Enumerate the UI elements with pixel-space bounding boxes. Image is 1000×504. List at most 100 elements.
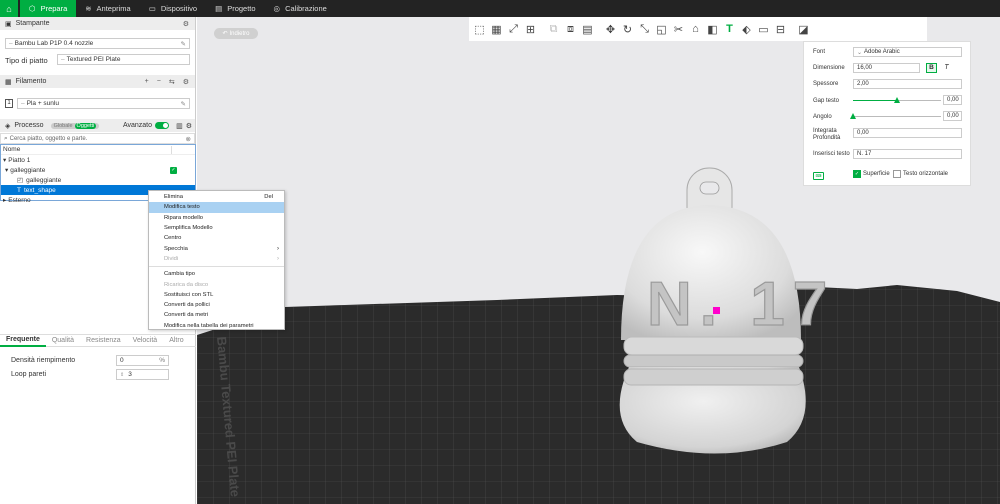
tab-dispositivo[interactable]: ▭ Dispositivo [140,0,206,17]
mode-global-toggle[interactable]: Globale [54,123,73,129]
angle-slider[interactable] [850,113,941,119]
menu-item-center[interactable]: Centro [149,233,284,243]
menu-item-edit-text[interactable]: Modifica testo [149,202,284,213]
gap-slider-handle[interactable] [894,97,900,103]
menu-item-split[interactable]: Dividi › [149,254,284,264]
seam-paint-icon[interactable]: ◧ [704,21,721,38]
collapse-arrow-icon[interactable]: ▾ [5,166,8,174]
filament-select[interactable]: – Pla + sunlu ✎ [17,98,190,109]
checkbox-checked-icon[interactable]: ✓ [853,170,861,178]
scale-icon[interactable]: ⤡ [636,21,653,38]
gap-slider[interactable] [853,97,941,103]
settings-gear-icon[interactable]: ⚙ [183,20,189,28]
menu-item-repair[interactable]: Ripara modello [149,213,284,223]
advanced-toggle[interactable] [155,122,169,129]
edit-icon[interactable]: ✎ [181,100,186,108]
menu-item-reload[interactable]: Ricarica da disco [149,279,284,289]
process-section-header: ◈ Processo Globale Oggetti Avanzato ▥ ⚙ [0,119,195,132]
search-input[interactable]: ⌕ Cerca piatto, oggetto e parte. ⊗ [0,133,195,144]
menu-item-replace-stl[interactable]: Sostituisci con STL [149,290,284,300]
embossed-text[interactable]: N. 17 [646,269,835,339]
keyboard-icon[interactable]: ⌨ [813,172,824,180]
3d-viewport[interactable]: N. 17 Bambu Textured PEI Plate ↶ Indietro… [197,17,1000,504]
layers-icon: ≋ [85,4,92,13]
wall-loops-input[interactable]: ⇕ 3 [116,369,169,380]
visible-checkbox[interactable]: ✓ [170,166,177,174]
auto-orient-icon[interactable]: ⤢ [505,21,522,38]
thickness-input[interactable]: 2,00 [853,79,962,89]
add-object-icon[interactable]: ⬚ [471,21,488,38]
plate-grid-icon[interactable]: ▦ [488,21,505,38]
assembly-icon[interactable]: ⊟ [772,21,789,38]
color-paint-icon[interactable]: ⬖ [738,21,755,38]
menu-item-convert-meters[interactable]: Converti da metri [149,310,284,320]
horizontal-text-checkbox[interactable]: Testo orizzontale [893,170,948,178]
mode-objects-toggle[interactable]: Oggetti [74,122,97,129]
tab-qualita[interactable]: Qualità [46,336,80,346]
move-icon[interactable]: ✥ [602,21,619,38]
checkbox-unchecked-icon[interactable] [893,170,901,178]
measure-icon[interactable]: ▭ [755,21,772,38]
arrange-icon[interactable]: ⊞ [522,21,539,38]
split-parts-icon[interactable]: ⧈ [562,21,579,38]
tab-anteprima[interactable]: ≋ Anteprima [76,0,139,17]
menu-item-delete[interactable]: Elimina Del [149,192,284,202]
compare-icon[interactable]: ▥ [176,122,183,130]
menu-item-simplify[interactable]: Semplifica Modello [149,223,284,233]
bold-button[interactable]: B [926,63,937,73]
tree-row-part[interactable]: ◰ galleggiante [1,175,195,185]
embedded-depth-input[interactable]: 0,00 [853,128,962,138]
printer-select[interactable]: – Bambu Lab P1P 0.4 nozzle ✎ [5,38,190,49]
process-icon: ◈ [5,122,11,130]
tab-velocita[interactable]: Velocità [127,336,164,346]
collapse-arrow-icon[interactable]: ▾ [3,156,6,164]
view-options-icon[interactable]: ◪ [795,21,812,38]
add-icon[interactable]: + [145,78,149,86]
home-icon[interactable]: ⌂ [0,0,18,17]
gap-input[interactable]: 0,00 [943,95,962,105]
text-tool-icon[interactable]: T [721,21,738,38]
plate-type-select[interactable]: – Textured PEI Plate [57,54,190,65]
text-anchor-handle[interactable] [713,307,720,314]
angle-slider-handle[interactable] [850,113,856,119]
tab-frequente[interactable]: Frequente [0,335,46,347]
settings-gear-icon[interactable]: ⚙ [183,78,189,86]
font-select[interactable]: ⌄ Adobe Arabic [853,47,962,57]
menu-item-edit-params[interactable]: Modifica nella tabella dei parametri [149,321,284,331]
tab-altro[interactable]: Altro [163,336,189,346]
chevron-down-icon: ⌄ [857,49,863,56]
remove-icon[interactable]: − [157,78,161,86]
plate-type-label: Tipo di piatto [5,56,48,65]
split-objects-icon[interactable]: ⧉ [545,21,562,38]
config-icon[interactable]: ⚙ [186,122,192,130]
layer-editing-icon[interactable]: ▤ [579,21,596,38]
text-input[interactable]: N. 17 [853,149,962,159]
tab-calibrazione[interactable]: ◎ Calibrazione [265,0,336,17]
menu-item-mirror[interactable]: Specchia › [149,243,284,253]
menu-item-convert-inches[interactable]: Converti da pollici [149,300,284,310]
infill-density-input[interactable]: 0% [116,355,169,366]
expand-arrow-icon[interactable]: ▸ [3,196,6,204]
tab-resistenza[interactable]: Resistenza [80,336,127,346]
menu-item-change-type[interactable]: Cambia tipo [149,269,284,279]
clear-search-icon[interactable]: ⊗ [186,135,191,143]
italic-button[interactable]: T [942,63,951,73]
lay-on-face-icon[interactable]: ◱ [653,21,670,38]
cut-icon[interactable]: ✂ [670,21,687,38]
stepper-icon[interactable]: ⇕ [120,372,124,378]
sync-icon[interactable]: ⇆ [169,78,175,86]
back-button[interactable]: ↶ Indietro [214,28,258,39]
size-input[interactable]: 16,00 [853,63,920,73]
edit-icon[interactable]: ✎ [181,40,186,48]
surface-checkbox[interactable]: ✓ Superficie [853,170,890,178]
tree-row-plate[interactable]: ▾ Piatto 1 [1,155,195,165]
context-menu: Elimina Del Modifica testo Ripara modello… [148,190,285,330]
tab-prepara[interactable]: ⬡ Prepara [20,0,77,17]
angle-input[interactable]: 0,00 [943,111,962,121]
tab-progetto[interactable]: ▤ Progetto [206,0,264,17]
tree-row-object[interactable]: ▾ galleggiante ✓ [1,165,195,175]
parameter-tabs: Frequente Qualità Resistenza Velocità Al… [0,334,196,347]
search-icon: ⌕ [4,134,8,142]
support-paint-icon[interactable]: ⌂ [687,21,704,38]
rotate-icon[interactable]: ↻ [619,21,636,38]
